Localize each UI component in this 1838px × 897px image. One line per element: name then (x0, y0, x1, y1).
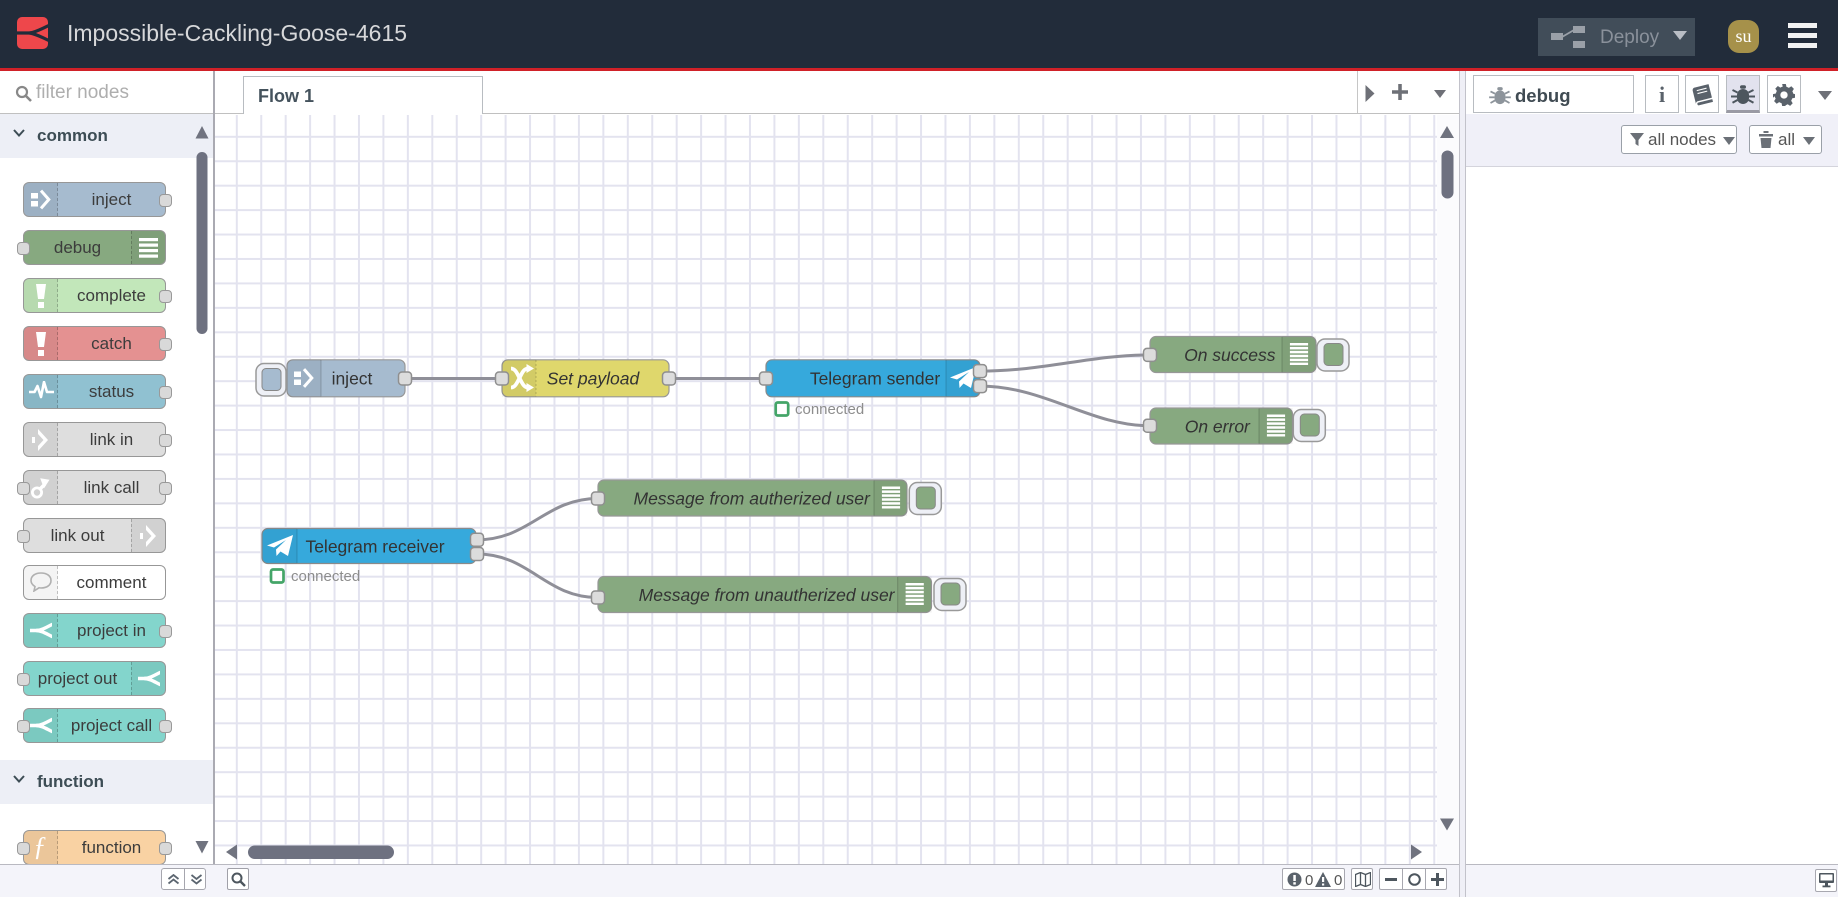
svg-text:Telegram sender: Telegram sender (810, 368, 941, 388)
svg-text:Message from autherized user: Message from autherized user (634, 488, 872, 508)
svg-text:Message from unautherized user: Message from unautherized user (639, 585, 896, 605)
svg-text:Set payload: Set payload (547, 368, 641, 388)
svg-text:On error: On error (1185, 416, 1251, 436)
svg-text:On success: On success (1184, 345, 1276, 365)
svg-text:inject: inject (332, 368, 373, 388)
svg-text:connected: connected (291, 567, 360, 584)
svg-text:Telegram receiver: Telegram receiver (305, 536, 444, 556)
svg-text:connected: connected (795, 400, 864, 417)
